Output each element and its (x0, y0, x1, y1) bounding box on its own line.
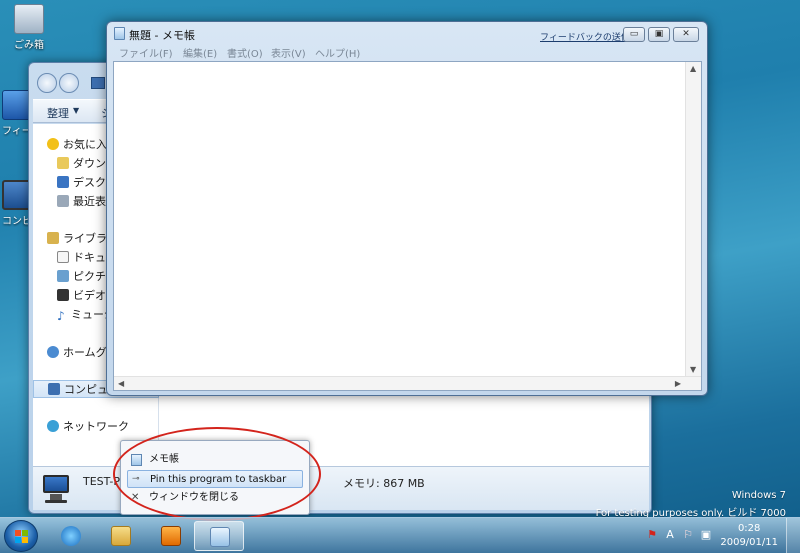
internet-explorer-icon (61, 526, 81, 546)
memory-info: メモリ: 867 MB (343, 477, 425, 490)
menu-help[interactable]: ヘルプ(H) (315, 45, 360, 60)
jumplist-label: メモ帳 (149, 454, 179, 465)
computer-name: TEST-P (83, 475, 120, 488)
start-button[interactable] (4, 520, 38, 552)
jumplist-item-notepad[interactable]: メモ帳 (127, 451, 303, 469)
homegroup-icon (47, 346, 59, 358)
ime-mode-indicator[interactable]: A (664, 529, 676, 541)
desktop-icon-recycle-bin[interactable]: ごみ箱 (6, 4, 52, 51)
minimize-icon: ▭ (629, 29, 639, 39)
taskbar-ie-button[interactable] (46, 521, 96, 551)
notepad-window: 無題 - メモ帳 フィードバックの送信 ▭ ▣ ✕ ファイル(F) 編集(E) … (106, 21, 708, 396)
address-icon (91, 77, 105, 89)
nav-label: ネットワーク (63, 420, 129, 433)
nav-videos[interactable]: ビデオ (57, 287, 106, 305)
windows-watermark-title: Windows 7 (731, 490, 786, 501)
star-icon (47, 138, 59, 150)
nav-label: ビデオ (73, 289, 106, 302)
scroll-down-icon[interactable]: ▼ (690, 365, 696, 374)
show-desktop-button[interactable] (786, 518, 800, 553)
taskbar-media-player-button[interactable] (146, 521, 196, 551)
windows-logo-icon (15, 530, 29, 544)
system-clock[interactable]: 0:28 2009/01/11 (720, 522, 778, 550)
organize-button[interactable]: 整理 (47, 105, 69, 121)
jumplist-item-close-window[interactable]: ✕ ウィンドウを閉じる (127, 489, 303, 507)
pictures-icon (57, 270, 69, 282)
media-player-icon (161, 526, 181, 546)
forward-button[interactable] (59, 73, 79, 93)
minimize-button[interactable]: ▭ (623, 27, 645, 42)
clock-date: 2009/01/11 (720, 537, 778, 548)
downloads-folder-icon (57, 157, 69, 169)
taskbar-notepad-button[interactable] (194, 521, 244, 551)
back-button[interactable] (37, 73, 57, 93)
recycle-bin-icon (14, 4, 44, 34)
feedback-link[interactable]: フィードバックの送信 (540, 30, 630, 43)
menu-format[interactable]: 書式(O) (227, 45, 263, 60)
ime-icon[interactable]: ⚑ (646, 529, 658, 541)
music-note-icon: ♪ (57, 309, 65, 323)
scroll-up-icon[interactable]: ▲ (690, 64, 696, 73)
notepad-icon (131, 454, 142, 466)
menu-view[interactable]: 表示(V) (271, 45, 306, 60)
maximize-button[interactable]: ▣ (648, 27, 670, 42)
chevron-down-icon: ▼ (73, 106, 80, 115)
folder-icon (111, 526, 131, 546)
jumplist-item-pin[interactable]: ⊸ Pin this program to taskbar (127, 470, 303, 488)
menu-file[interactable]: ファイル(F) (119, 45, 173, 60)
notepad-icon (114, 27, 125, 40)
taskbar-jump-list: メモ帳 ⊸ Pin this program to taskbar ✕ ウィンド… (120, 440, 310, 515)
maximize-icon: ▣ (654, 29, 664, 39)
window-title: 無題 - メモ帳 (129, 29, 195, 42)
taskbar-explorer-button[interactable] (96, 521, 146, 551)
video-icon (57, 289, 69, 301)
jumplist-label: ウィンドウを閉じる (149, 492, 239, 503)
horizontal-scrollbar[interactable]: ◀ ▶ (114, 376, 701, 390)
network-icon (47, 420, 59, 432)
recent-places-icon (57, 195, 69, 207)
action-center-icon[interactable]: ⚐ (682, 529, 694, 541)
jumplist-label: Pin this program to taskbar (150, 474, 287, 485)
scroll-right-icon[interactable]: ▶ (675, 379, 681, 388)
nav-network[interactable]: ネットワーク (47, 418, 129, 436)
pin-icon: ⊸ (132, 474, 140, 484)
menu-bar: ファイル(F) 編集(E) 書式(O) 表示(V) ヘルプ(H) (111, 43, 703, 61)
scroll-left-icon[interactable]: ◀ (118, 379, 124, 388)
taskbar: ⚑ A ⚐ ▣ 0:28 2009/01/11 (0, 517, 800, 553)
text-editor[interactable]: ▲ ▼ ◀ ▶ (113, 61, 702, 391)
close-icon: ✕ (131, 492, 140, 503)
computer-icon (48, 383, 60, 395)
computer-icon (39, 475, 73, 505)
document-icon (57, 251, 69, 263)
clock-time: 0:28 (737, 523, 761, 534)
notepad-icon (210, 527, 230, 547)
library-icon (47, 232, 59, 244)
desktop-folder-icon (57, 176, 69, 188)
close-button[interactable]: ✕ (673, 27, 699, 42)
close-icon: ✕ (682, 29, 690, 39)
desktop-icon-label: ごみ箱 (14, 40, 44, 51)
network-tray-icon[interactable]: ▣ (700, 529, 712, 541)
menu-edit[interactable]: 編集(E) (183, 45, 217, 60)
vertical-scrollbar[interactable]: ▲ ▼ (685, 62, 701, 376)
